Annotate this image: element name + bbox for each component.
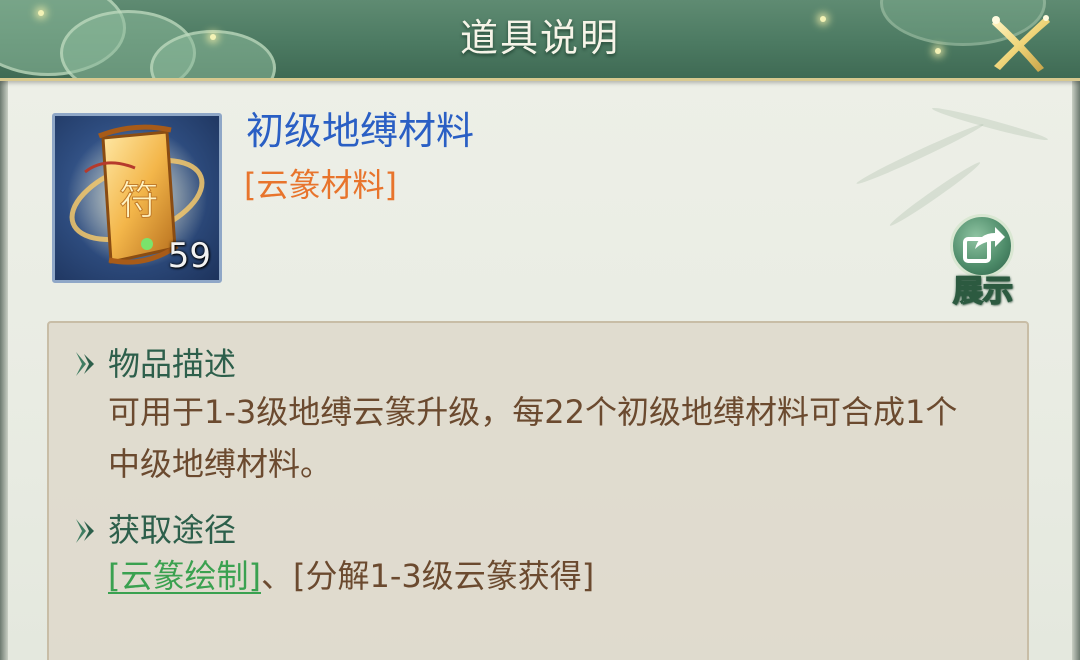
item-count: 59: [167, 236, 211, 276]
description-text: 可用于1-3级地缚云篆升级，每22个初级地缚材料可合成1个中级地缚材料。: [108, 393, 958, 483]
panel-header: 道具说明: [0, 0, 1080, 81]
item-icon-frame[interactable]: 符 59: [52, 113, 222, 283]
item-category: [云篆材料]: [244, 166, 397, 204]
source-separator: 、: [260, 557, 293, 595]
share-button[interactable]: 展示: [942, 214, 1024, 310]
close-icon: [992, 15, 1050, 72]
description-title: 物品描述: [108, 345, 237, 383]
panel-title: 道具说明: [459, 16, 620, 60]
item-name: 初级地缚材料: [246, 109, 475, 153]
source-title: 获取途径: [108, 511, 237, 549]
close-button[interactable]: [986, 10, 1054, 74]
svg-text:符: 符: [119, 178, 159, 224]
item-info-panel: 道具说明 符 59 初级地缚材料 [云篆材料] 展示 物品描述 可用于1-3级地…: [0, 0, 1080, 660]
panel-right-edge: [1072, 78, 1080, 660]
source-decompose-text: [分解1-3级云篆获得]: [293, 557, 595, 595]
bamboo-leaf-decoration: [854, 120, 986, 188]
source-line: [云篆绘制]、[分解1-3级云篆获得]: [108, 552, 594, 600]
panel-left-edge: [0, 78, 8, 660]
source-link-cloud-seal-drawing[interactable]: [云篆绘制]: [108, 557, 261, 595]
section-marker-icon: [76, 352, 94, 376]
section-marker-icon: [76, 519, 94, 543]
share-button-label: 展示: [952, 273, 1014, 310]
